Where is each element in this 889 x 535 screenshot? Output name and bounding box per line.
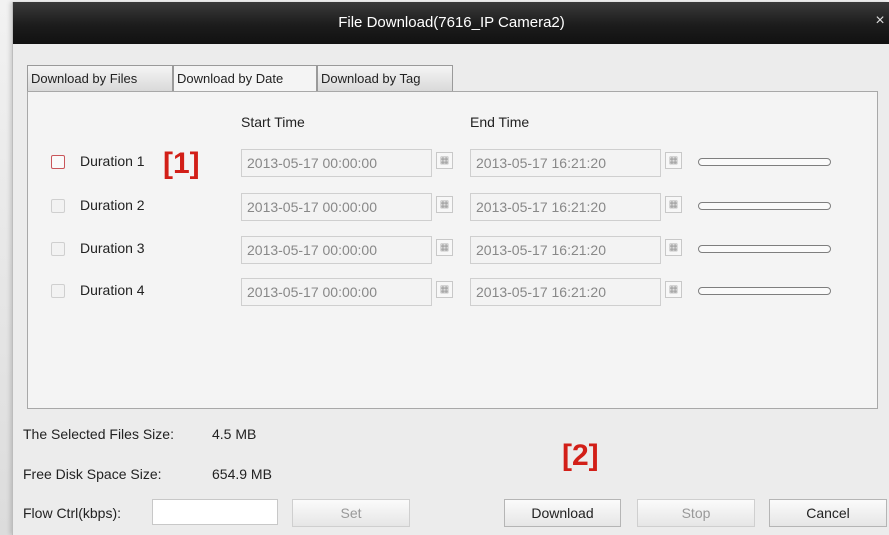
download-button[interactable]: Download <box>504 499 621 527</box>
date-download-panel: Start Time End Time Duration 1 2013-05-1… <box>27 91 878 409</box>
duration-1-end-field[interactable]: 2013-05-17 16:21:20 <box>470 149 661 177</box>
duration-4-progress-bar <box>698 287 831 295</box>
tab-download-by-files[interactable]: Download by Files <box>27 65 173 91</box>
duration-2-start-field[interactable]: 2013-05-17 00:00:00 <box>241 193 432 221</box>
cancel-button[interactable]: Cancel <box>769 499 887 527</box>
duration-3-end-field[interactable]: 2013-05-17 16:21:20 <box>470 236 661 264</box>
calendar-icon[interactable]: ▦ <box>436 281 453 298</box>
free-space-value: 654.9 MB <box>212 466 272 482</box>
duration-2-checkbox[interactable] <box>51 199 65 213</box>
calendar-icon[interactable]: ▦ <box>665 152 682 169</box>
duration-row: Duration 3 2013-05-17 00:00:00 ▦ 2013-05… <box>28 234 879 264</box>
selected-size-value: 4.5 MB <box>212 426 257 442</box>
duration-2-label: Duration 2 <box>80 197 145 213</box>
duration-3-checkbox[interactable] <box>51 242 65 256</box>
duration-row: Duration 1 2013-05-17 00:00:00 ▦ 2013-05… <box>28 147 879 177</box>
calendar-icon[interactable]: ▦ <box>436 239 453 256</box>
duration-3-label: Duration 3 <box>80 240 145 256</box>
selected-size-label: The Selected Files Size: <box>23 426 174 442</box>
calendar-icon[interactable]: ▦ <box>665 239 682 256</box>
tab-download-by-tag[interactable]: Download by Tag <box>317 65 453 91</box>
duration-4-start-field[interactable]: 2013-05-17 00:00:00 <box>241 278 432 306</box>
annotation-1: [1] <box>163 147 200 180</box>
stop-button[interactable]: Stop <box>637 499 755 527</box>
end-time-header: End Time <box>470 114 530 130</box>
duration-1-start-field[interactable]: 2013-05-17 00:00:00 <box>241 149 432 177</box>
duration-2-progress-bar <box>698 202 831 210</box>
title-bar: File Download(7616_IP Camera2) × <box>13 2 889 44</box>
duration-4-label: Duration 4 <box>80 282 145 298</box>
start-time-header: Start Time <box>241 114 305 130</box>
duration-3-start-field[interactable]: 2013-05-17 00:00:00 <box>241 236 432 264</box>
duration-1-label: Duration 1 <box>80 153 145 169</box>
annotation-2: [2] <box>562 439 599 472</box>
duration-3-progress-bar <box>698 245 831 253</box>
calendar-icon[interactable]: ▦ <box>665 196 682 213</box>
calendar-icon[interactable]: ▦ <box>665 281 682 298</box>
window-title: File Download(7616_IP Camera2) <box>338 14 565 31</box>
duration-4-end-field[interactable]: 2013-05-17 16:21:20 <box>470 278 661 306</box>
duration-row: Duration 4 2013-05-17 00:00:00 ▦ 2013-05… <box>28 276 879 306</box>
tab-download-by-date[interactable]: Download by Date <box>173 65 317 92</box>
calendar-icon[interactable]: ▦ <box>436 152 453 169</box>
duration-4-checkbox[interactable] <box>51 284 65 298</box>
duration-1-progress-bar <box>698 158 831 166</box>
set-button[interactable]: Set <box>292 499 410 527</box>
flow-ctrl-label: Flow Ctrl(kbps): <box>23 505 122 521</box>
flow-ctrl-input[interactable] <box>152 499 278 525</box>
duration-row: Duration 2 2013-05-17 00:00:00 ▦ 2013-05… <box>28 191 879 221</box>
file-download-dialog: File Download(7616_IP Camera2) × Downloa… <box>12 2 889 535</box>
calendar-icon[interactable]: ▦ <box>436 196 453 213</box>
free-space-label: Free Disk Space Size: <box>23 466 162 482</box>
close-icon[interactable]: × <box>872 12 888 30</box>
duration-2-end-field[interactable]: 2013-05-17 16:21:20 <box>470 193 661 221</box>
duration-1-checkbox[interactable] <box>51 155 65 169</box>
